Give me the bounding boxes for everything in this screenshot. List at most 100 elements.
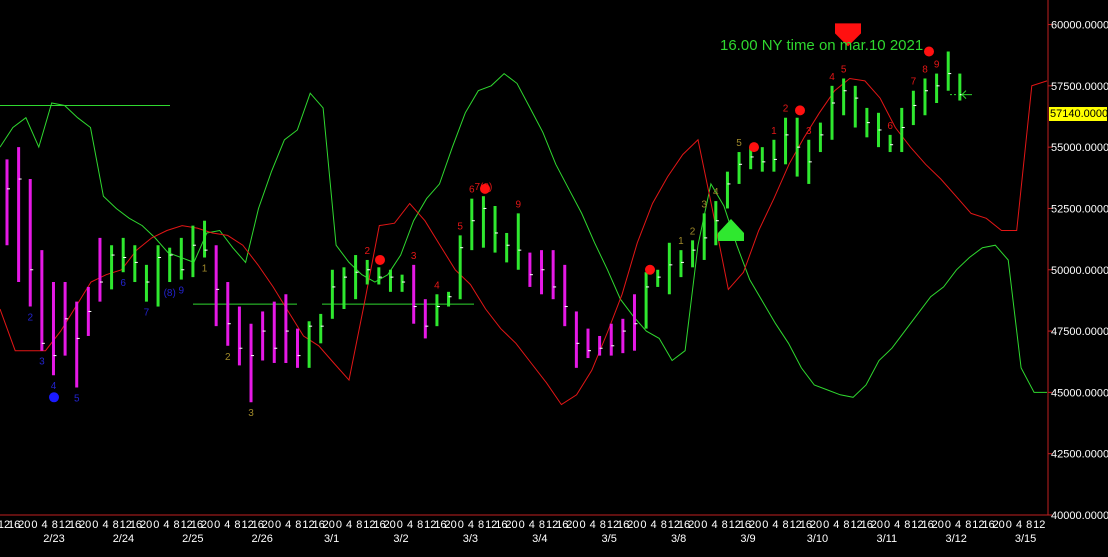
x-hour-label: 0 — [640, 519, 646, 531]
counter-label: 5 — [736, 138, 742, 149]
x-hour-label: 4 — [468, 519, 474, 531]
counter-label: 7 — [144, 308, 150, 319]
y-tick-label: 57500.0000 — [1051, 81, 1108, 93]
x-hour-label: 20 — [262, 519, 274, 531]
x-hour-label: 4 — [955, 519, 961, 531]
x-date-label: 3/12 — [945, 533, 966, 545]
x-hour-label: 4 — [711, 519, 717, 531]
x-hour-label: 8 — [722, 519, 728, 531]
x-date-label: 2/26 — [251, 533, 272, 545]
signal-dot — [49, 392, 59, 403]
x-hour-label: 4 — [163, 519, 169, 531]
y-tick-label: 45000.0000 — [1051, 387, 1108, 399]
x-date-label: 3/1 — [324, 533, 339, 545]
counter-label: 1 — [202, 264, 208, 275]
x-hour-label: 4 — [833, 519, 839, 531]
x-hour-label: 0 — [397, 519, 403, 531]
x-hour-label: 0 — [92, 519, 98, 531]
x-hour-label: 0 — [1006, 519, 1012, 531]
y-tick-label: 40000.0000 — [1051, 510, 1108, 522]
x-hour-label: 4 — [224, 519, 230, 531]
x-hour-label: 4 — [1016, 519, 1022, 531]
x-hour-label: 4 — [407, 519, 413, 531]
counter-label: 2 — [783, 104, 789, 115]
x-hour-label: 8 — [661, 519, 667, 531]
x-hour-label: 0 — [519, 519, 525, 531]
x-hour-label: 4 — [590, 519, 596, 531]
counter-label: 9 — [515, 199, 521, 210]
x-date-label: 3/4 — [532, 533, 547, 545]
counter-label: 2 — [27, 313, 33, 324]
x-hour-label: 4 — [346, 519, 352, 531]
y-tick-label: 47500.0000 — [1051, 326, 1108, 338]
x-hour-label: 20 — [323, 519, 335, 531]
signal-dot — [924, 46, 934, 57]
counter-label: 8 — [922, 64, 928, 75]
counter-label: 1 — [771, 126, 777, 137]
chart-annotation: 16.00 NY time on mar.10 2021 — [720, 37, 923, 54]
x-date-label: 3/9 — [740, 533, 755, 545]
x-hour-label: 8 — [843, 519, 849, 531]
counter-label: 5 — [841, 64, 847, 75]
price-chart: 234567(8)9123234567(8)912345123456789 60… — [0, 0, 1108, 557]
counter-label: 5 — [457, 221, 463, 232]
signal-dot — [645, 264, 655, 275]
counter-label: 3 — [411, 251, 417, 262]
x-hour-label: 20 — [384, 519, 396, 531]
x-hour-label: 20 — [505, 519, 517, 531]
x-hour-label: 4 — [894, 519, 900, 531]
counter-label: 9 — [934, 60, 940, 71]
signal-dot — [749, 142, 759, 153]
counter-label: 2 — [364, 246, 370, 257]
counter-label: 3 — [701, 199, 707, 210]
x-hour-label: 0 — [153, 519, 159, 531]
x-hour-label: 0 — [214, 519, 220, 531]
y-tick-label: 60000.0000 — [1051, 20, 1108, 32]
counter-label: 4 — [434, 280, 440, 291]
counter-label: 4 — [829, 72, 835, 83]
counter-label: (8) — [164, 288, 176, 299]
signal-dot — [375, 254, 385, 265]
x-hour-label: 8 — [113, 519, 119, 531]
x-hour-label: 4 — [651, 519, 657, 531]
x-hour-label: 0 — [31, 519, 37, 531]
x-date-label: 3/15 — [1015, 533, 1036, 545]
x-hour-label: 0 — [336, 519, 342, 531]
x-hour-label: 20 — [18, 519, 30, 531]
x-hour-label: 8 — [965, 519, 971, 531]
x-hour-label: 20 — [871, 519, 883, 531]
x-hour-label: 8 — [295, 519, 301, 531]
x-hour-label: 20 — [688, 519, 700, 531]
x-hour-label: 20 — [79, 519, 91, 531]
x-hour-label: 4 — [772, 519, 778, 531]
y-tick-label: 50000.0000 — [1051, 265, 1108, 277]
counter-label: 7 — [911, 77, 917, 88]
x-hour-label: 4 — [102, 519, 108, 531]
x-hour-label: 0 — [275, 519, 281, 531]
y-tick-label: 52500.0000 — [1051, 203, 1108, 215]
x-hour-label: 20 — [201, 519, 213, 531]
x-date-label: 3/8 — [671, 533, 686, 545]
x-hour-label: 8 — [52, 519, 58, 531]
x-hour-label: 0 — [884, 519, 890, 531]
x-hour-label: 12 — [1033, 519, 1045, 531]
x-hour-label: 8 — [234, 519, 240, 531]
x-hour-label: 0 — [458, 519, 464, 531]
x-hour-label: 8 — [904, 519, 910, 531]
counter-label: 5 — [74, 393, 80, 404]
x-hour-label: 8 — [173, 519, 179, 531]
x-hour-label: 20 — [444, 519, 456, 531]
x-hour-label: 20 — [810, 519, 822, 531]
signal-dot — [795, 105, 805, 116]
x-date-label: 3/3 — [463, 533, 478, 545]
x-hour-label: 0 — [701, 519, 707, 531]
x-hour-label: 0 — [823, 519, 829, 531]
x-hour-label: 20 — [932, 519, 944, 531]
x-hour-label: 20 — [993, 519, 1005, 531]
counter-label: 3 — [248, 408, 254, 419]
x-hour-label: 20 — [627, 519, 639, 531]
x-hour-label: 20 — [566, 519, 578, 531]
x-hour-label: 0 — [762, 519, 768, 531]
counter-label: 9 — [179, 286, 185, 297]
counter-label: 6 — [120, 278, 126, 289]
